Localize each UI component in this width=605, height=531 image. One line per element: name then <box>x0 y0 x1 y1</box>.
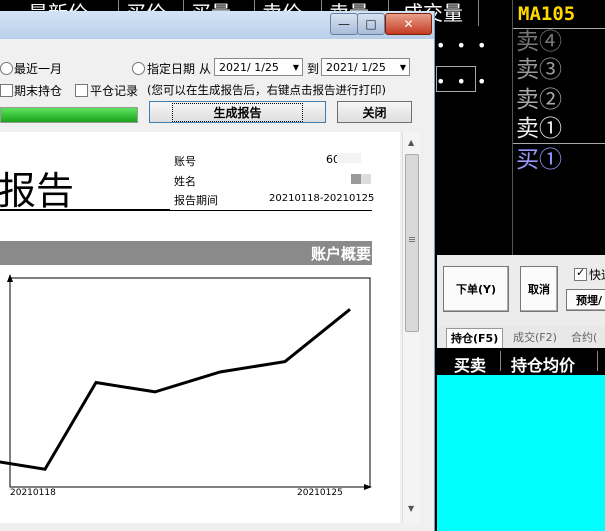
report-scrollbar[interactable]: ▲ ▼ <box>402 132 420 523</box>
from-label: 从 <box>199 62 212 76</box>
contract-name: MA105 <box>518 3 576 25</box>
quick-checkbox[interactable]: ✓ <box>574 266 587 281</box>
quote-list-area: • • • • • • <box>434 28 512 255</box>
scroll-up-icon[interactable]: ▲ <box>408 138 414 147</box>
close-window-button[interactable]: ✕ <box>385 13 432 35</box>
recent-month-label: 最近一月 <box>14 62 63 76</box>
account-label: 账号 <box>174 155 196 168</box>
dropdown-arrow-icon: ▼ <box>399 63 406 72</box>
tab-contracts[interactable]: 合约( <box>567 328 601 347</box>
maximize-button[interactable]: □ <box>357 13 385 35</box>
specified-date-radio[interactable] <box>132 62 145 75</box>
col-buy-sell[interactable]: 买卖 <box>454 352 486 376</box>
redacted-block <box>361 174 371 184</box>
preset-order-button[interactable]: 预埋/ <box>566 289 605 311</box>
recent-month-radio[interactable] <box>0 62 13 75</box>
minimize-icon: — <box>338 17 350 31</box>
redacted-block <box>337 153 361 163</box>
x-tick-label: 20210118 <box>10 488 56 498</box>
period-end-position-label: 期末持仓 <box>14 84 63 98</box>
close-icon: ✕ <box>403 17 414 31</box>
close-record-label: 平仓记录 <box>90 84 139 98</box>
grip-icon <box>409 237 415 238</box>
place-order-button[interactable]: 下单(Y) <box>443 266 509 312</box>
period-value: 20210118-20210125 <box>269 193 375 204</box>
series-line <box>0 308 351 471</box>
report-title: 报告 <box>0 169 75 213</box>
date-to-value: 2021/ 1/25 <box>326 61 386 74</box>
dots-row: • • • <box>436 72 490 91</box>
tab-positions[interactable]: 持仓(F5) <box>446 328 504 348</box>
ask-level-4: 卖④ <box>516 29 562 55</box>
maximize-icon: □ <box>365 17 377 31</box>
check-icon: ✓ <box>576 266 586 279</box>
minimize-button[interactable]: — <box>330 13 358 35</box>
bid-level-1: 买① <box>516 147 562 173</box>
dropdown-arrow-icon: ▼ <box>292 63 299 72</box>
to-label: 到 <box>307 62 320 76</box>
date-from-value: 2021/ 1/25 <box>219 61 279 74</box>
close-button[interactable]: 关闭 <box>337 101 412 123</box>
period-label: 报告期间 <box>174 194 218 207</box>
date-from-picker[interactable]: 2021/ 1/25 ▼ <box>214 58 303 76</box>
header-separator <box>478 0 479 26</box>
ask-level-2: 卖② <box>516 87 562 113</box>
column-separator <box>597 351 598 371</box>
redacted-block <box>351 174 361 184</box>
date-to-picker[interactable]: 2021/ 1/25 ▼ <box>321 58 410 76</box>
generate-report-button[interactable]: 生成报告 <box>149 101 326 123</box>
quick-label: 快速 <box>589 268 605 282</box>
section-title: 账户概要 <box>310 245 371 263</box>
ask-level-3: 卖③ <box>516 57 562 83</box>
x-tick-label: 20210125 <box>297 488 343 498</box>
name-label: 姓名 <box>174 175 196 188</box>
x-axis-arrow <box>364 484 372 490</box>
close-record-checkbox[interactable] <box>75 84 88 97</box>
positions-table-body <box>437 375 605 531</box>
cancel-button[interactable]: 取消 <box>520 266 558 312</box>
period-end-position-checkbox[interactable] <box>0 84 13 97</box>
print-hint: (您可以在生成报告后，右键点击报告进行打印) <box>147 83 386 97</box>
divider <box>513 143 605 144</box>
generate-report-label: 生成报告 <box>172 102 303 122</box>
dots-row: • • • <box>436 36 490 55</box>
header-rule <box>0 210 372 211</box>
col-avg-cost[interactable]: 持仓均价 <box>511 352 575 376</box>
specified-date-label: 指定日期 <box>147 62 196 76</box>
column-separator <box>500 351 501 371</box>
ask-level-1: 卖① <box>516 116 562 142</box>
scroll-thumb[interactable] <box>405 154 419 332</box>
equity-chart: 20210118 20210125 <box>0 274 372 498</box>
scroll-down-icon[interactable]: ▼ <box>408 504 414 513</box>
tab-trades[interactable]: 成交(F2) <box>509 328 561 347</box>
progress-bar <box>0 107 138 123</box>
progress-fill <box>1 108 137 122</box>
